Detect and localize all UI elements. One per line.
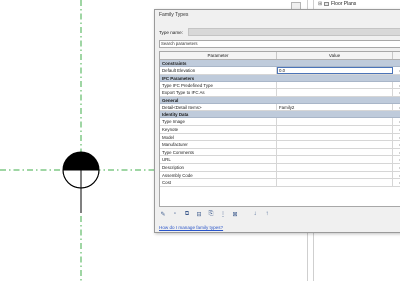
parameter-row[interactable]: URL = bbox=[160, 156, 400, 164]
parameter-name: Cost bbox=[160, 179, 277, 186]
parameter-name: Keynote bbox=[160, 125, 277, 133]
parameter-value[interactable] bbox=[277, 148, 393, 156]
parameter-value[interactable]: Family2 bbox=[277, 103, 393, 111]
move-up-icon[interactable]: ↓ bbox=[251, 210, 259, 218]
parameter-name: Manufacturer bbox=[160, 141, 277, 148]
formula-cell[interactable]: = bbox=[393, 82, 400, 89]
formula-cell[interactable]: = bbox=[393, 104, 400, 111]
parameter-name: Detail<Detail Items> bbox=[160, 103, 277, 111]
new-parameter-icon[interactable]: ⎘ bbox=[207, 210, 215, 218]
parameter-value[interactable] bbox=[277, 125, 393, 133]
parameter-row[interactable]: Keynote = bbox=[160, 125, 400, 134]
parameter-name: Description bbox=[160, 163, 277, 171]
type-name-dropdown[interactable] bbox=[188, 28, 400, 36]
new-type-icon[interactable]: ▫ bbox=[171, 210, 179, 218]
parameter-value[interactable] bbox=[277, 133, 393, 141]
modify-parameter-icon[interactable]: ⋮ bbox=[219, 210, 227, 218]
parameter-row[interactable]: Manufacturer = bbox=[160, 141, 400, 149]
detail-symbol[interactable] bbox=[62, 151, 100, 213]
help-link[interactable]: How do I manage family types? bbox=[159, 225, 223, 230]
parameter-row[interactable]: Model = bbox=[160, 133, 400, 142]
parameter-name: Assembly Code bbox=[160, 171, 277, 179]
parameter-value[interactable] bbox=[277, 81, 393, 89]
parameter-row[interactable]: Description = bbox=[160, 163, 400, 172]
dialog-toolbar: ✎ ▫ ⧉ ⊟ ⎘ ⋮ ⊠ ↓ ↑ bbox=[159, 210, 271, 218]
formula-cell[interactable]: = bbox=[393, 141, 400, 148]
delete-parameter-icon[interactable]: ⊠ bbox=[231, 210, 239, 218]
parameter-name: Type IFC Predefined Type bbox=[160, 81, 277, 89]
edit-type-icon[interactable]: ✎ bbox=[159, 210, 167, 218]
rename-type-icon[interactable]: ⧉ bbox=[183, 210, 191, 218]
group-header[interactable]: Constraints bbox=[160, 60, 400, 67]
family-types-dialog: Family Types Type name: Search parameter… bbox=[154, 9, 400, 233]
formula-cell[interactable]: = bbox=[393, 172, 400, 179]
parameter-name: URL bbox=[160, 156, 277, 163]
parameter-name: Type Comments bbox=[160, 148, 277, 156]
dialog-title: Family Types bbox=[159, 12, 189, 18]
parameter-value[interactable] bbox=[277, 171, 393, 179]
formula-cell[interactable]: = bbox=[393, 179, 400, 186]
folder-icon bbox=[324, 2, 329, 6]
move-down-icon[interactable]: ↑ bbox=[263, 210, 271, 218]
group-header[interactable]: General bbox=[160, 96, 400, 104]
group-header[interactable]: Identity Data bbox=[160, 111, 400, 119]
parameter-row[interactable]: Cost = bbox=[160, 179, 400, 187]
browser-item-floor-plans[interactable]: ⊞ Floor Plans bbox=[318, 0, 356, 8]
type-name-label: Type name: bbox=[159, 30, 184, 35]
search-parameters-input[interactable]: Search parameters bbox=[159, 40, 400, 48]
parameter-name: Export Type to IFC As bbox=[160, 89, 277, 96]
parameter-row[interactable]: Type Comments = bbox=[160, 148, 400, 157]
parameter-name: Model bbox=[160, 133, 277, 141]
group-header[interactable]: IFC Parameters bbox=[160, 74, 400, 82]
parameter-value[interactable] bbox=[277, 163, 393, 171]
formula-cell[interactable]: = bbox=[393, 156, 400, 163]
formula-cell[interactable]: = bbox=[393, 89, 400, 96]
formula-cell[interactable]: = bbox=[393, 126, 400, 133]
parameter-value[interactable] bbox=[277, 118, 393, 125]
column-header-formula[interactable] bbox=[393, 52, 400, 59]
parameter-value[interactable]: 0.0 bbox=[277, 67, 393, 74]
column-header-value[interactable]: Value bbox=[277, 52, 393, 59]
parameter-name: Type Image bbox=[160, 118, 277, 125]
browser-item-label: Floor Plans bbox=[331, 1, 357, 7]
column-header-parameter[interactable]: Parameter bbox=[160, 52, 277, 59]
parameter-value[interactable] bbox=[277, 156, 393, 163]
parameter-row[interactable]: Type Image = bbox=[160, 118, 400, 126]
grid-body: ConstraintsDefault Elevation0.0=IFC Para… bbox=[160, 60, 400, 187]
parameter-value[interactable] bbox=[277, 179, 393, 186]
formula-cell[interactable]: = bbox=[393, 134, 400, 141]
parameter-row[interactable]: Assembly Code = bbox=[160, 171, 400, 180]
formula-cell[interactable]: = bbox=[393, 118, 400, 125]
formula-cell[interactable]: = bbox=[393, 67, 400, 74]
revit-window: ⊞ Floor Plans Family Types Type name: Se… bbox=[0, 0, 400, 281]
parameter-row[interactable]: Detail<Detail Items>Family2= bbox=[160, 103, 400, 112]
delete-type-icon[interactable]: ⊟ bbox=[195, 210, 203, 218]
parameter-grid: Parameter Value Constraints Default Eleva… bbox=[159, 51, 400, 207]
parameter-row[interactable]: Default Elevation0.0= bbox=[160, 67, 400, 75]
parameter-value[interactable] bbox=[277, 89, 393, 96]
parameter-name: Default Elevation bbox=[160, 67, 277, 74]
expand-icon[interactable]: ⊞ bbox=[318, 2, 322, 7]
formula-cell[interactable]: = bbox=[393, 149, 400, 156]
parameter-row[interactable]: Type IFC Predefined Type = bbox=[160, 81, 400, 90]
parameter-value[interactable] bbox=[277, 141, 393, 148]
parameter-row[interactable]: Export Type to IFC As = bbox=[160, 89, 400, 97]
formula-cell[interactable]: = bbox=[393, 164, 400, 171]
grid-header: Parameter Value bbox=[160, 52, 400, 60]
